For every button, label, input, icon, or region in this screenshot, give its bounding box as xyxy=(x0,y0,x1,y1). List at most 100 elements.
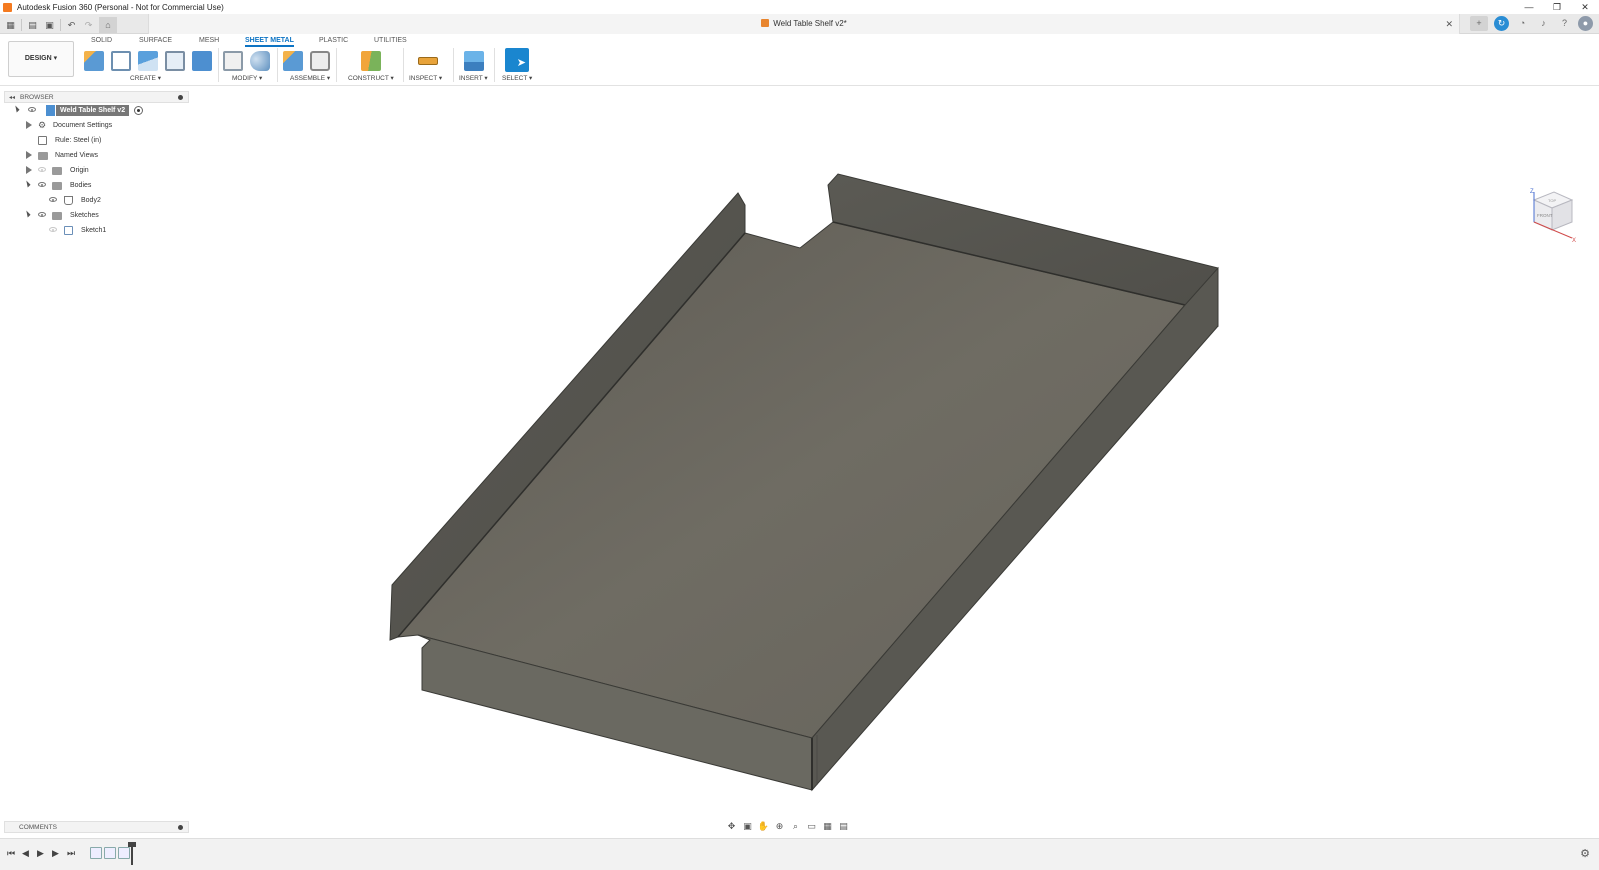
tree-item-rule[interactable]: Rule: Steel (in) xyxy=(4,133,189,148)
z-axis-label: Z xyxy=(1530,189,1534,195)
tab-utilities[interactable]: UTILITIES xyxy=(374,37,407,44)
visibility-eye-icon[interactable] xyxy=(38,182,46,187)
construct-group-label[interactable]: CONSTRUCT ▾ xyxy=(348,74,394,82)
tree-item-sketches[interactable]: Sketches xyxy=(4,208,189,223)
extensions-icon[interactable]: ◔ xyxy=(1515,16,1530,31)
add-comment-icon[interactable] xyxy=(178,825,183,830)
tree-item-label: Document Settings xyxy=(53,122,113,129)
viewports-icon[interactable]: ▤ xyxy=(837,820,850,833)
fillet-icon[interactable] xyxy=(250,51,270,71)
workspace-switcher-button[interactable]: DESIGN ▾ xyxy=(8,41,74,77)
look-at-icon[interactable]: ▣ xyxy=(741,820,754,833)
activate-component-icon[interactable] xyxy=(134,106,143,115)
tree-item-bodies[interactable]: Bodies xyxy=(4,178,189,193)
create-group-label[interactable]: CREATE ▾ xyxy=(130,74,161,82)
create-sketch-icon[interactable] xyxy=(111,51,131,71)
expand-triangle-icon[interactable] xyxy=(26,151,32,159)
canvas-viewport[interactable]: Z X TOP FRONT xyxy=(0,86,1599,821)
tab-mesh[interactable]: MESH xyxy=(199,37,219,44)
save-icon[interactable]: ▣ xyxy=(43,19,56,32)
new-component-icon[interactable] xyxy=(84,51,104,71)
display-settings-icon[interactable]: ▭ xyxy=(805,820,818,833)
play-icon[interactable]: ▶ xyxy=(37,848,44,859)
close-tab-button[interactable]: ✕ xyxy=(1445,14,1453,34)
expand-triangle-icon[interactable] xyxy=(26,121,32,129)
unfold-icon[interactable] xyxy=(165,51,185,71)
help-icon[interactable]: ? xyxy=(1557,16,1572,31)
joint-icon[interactable] xyxy=(310,51,330,71)
tab-sheet-metal[interactable]: SHEET METAL xyxy=(245,37,294,47)
timeline-settings-gear-icon[interactable]: ⚙ xyxy=(1580,847,1590,860)
offset-plane-icon[interactable] xyxy=(361,51,381,71)
pin-icon[interactable] xyxy=(178,95,183,100)
insert-image-icon[interactable] xyxy=(464,51,484,71)
separator xyxy=(218,48,219,82)
notifications-icon[interactable]: ♪ xyxy=(1536,16,1551,31)
visibility-eye-icon[interactable] xyxy=(49,197,57,202)
data-panel-icon[interactable]: ▦ xyxy=(4,19,17,32)
browser-root-node[interactable]: Weld Table Shelf v2 xyxy=(4,103,189,118)
select-cursor-icon[interactable]: ➤ xyxy=(505,48,529,72)
measure-icon[interactable] xyxy=(418,57,438,65)
undo-icon[interactable]: ↶ xyxy=(65,19,78,32)
close-window-button[interactable]: ✕ xyxy=(1571,0,1599,14)
sheet-metal-model[interactable] xyxy=(0,86,1599,821)
fusion-360-window: Autodesk Fusion 360 (Personal - Not for … xyxy=(0,0,1599,870)
tab-plastic[interactable]: PLASTIC xyxy=(319,37,348,44)
timeline-marker[interactable] xyxy=(128,842,136,865)
redo-icon[interactable]: ↷ xyxy=(82,19,95,32)
zoom-icon[interactable]: ⊕ xyxy=(773,820,786,833)
step-back-icon[interactable]: ◀ xyxy=(22,848,29,859)
tree-item-body2[interactable]: Body2 xyxy=(4,193,189,208)
comments-panel[interactable]: COMMENTS xyxy=(4,821,189,833)
tab-surface[interactable]: SURFACE xyxy=(139,37,172,44)
maximize-button[interactable]: ❐ xyxy=(1543,0,1571,14)
visibility-eye-icon[interactable] xyxy=(49,227,57,232)
refold-icon[interactable] xyxy=(192,51,212,71)
document-tab[interactable]: Weld Table Shelf v2* ✕ xyxy=(148,14,1460,34)
toolbar-ribbon: DESIGN ▾ SOLID SURFACE MESH SHEET METAL … xyxy=(0,35,1599,86)
timeline-sketch-feature[interactable] xyxy=(90,847,102,859)
user-avatar[interactable]: ● xyxy=(1578,16,1593,31)
separator xyxy=(494,48,495,82)
grid-settings-icon[interactable]: ▦ xyxy=(821,820,834,833)
inspect-group-label[interactable]: INSPECT ▾ xyxy=(409,74,442,82)
view-cube[interactable]: Z X TOP FRONT xyxy=(1528,186,1578,244)
visibility-eye-icon[interactable] xyxy=(38,212,46,217)
visibility-eye-icon[interactable] xyxy=(38,167,46,172)
timeline-flange-feature[interactable] xyxy=(104,847,116,859)
home-icon[interactable]: ⌂ xyxy=(99,17,117,33)
pan-icon[interactable]: ✋ xyxy=(757,820,770,833)
minimize-button[interactable]: — xyxy=(1515,0,1543,14)
assemble-group-label[interactable]: ASSEMBLE ▾ xyxy=(290,74,330,82)
separator xyxy=(453,48,454,82)
go-to-end-icon[interactable]: ⏭ xyxy=(67,848,75,859)
expand-triangle-icon[interactable] xyxy=(26,166,32,174)
tree-item-origin[interactable]: Origin xyxy=(4,163,189,178)
step-forward-icon[interactable]: ▶ xyxy=(52,848,59,859)
tree-item-sketch1[interactable]: Sketch1 xyxy=(4,223,189,238)
timeline-flange-feature[interactable] xyxy=(118,847,130,859)
orbit-icon[interactable]: ✥ xyxy=(725,820,738,833)
zoom-window-icon[interactable]: ⌕ xyxy=(789,820,802,833)
collapse-browser-icon[interactable]: ◂◂ xyxy=(9,95,15,101)
gear-icon: ⚙ xyxy=(38,120,47,130)
visibility-eye-icon[interactable] xyxy=(28,107,36,112)
tree-item-document-settings[interactable]: ⚙ Document Settings xyxy=(4,118,189,133)
tab-solid[interactable]: SOLID xyxy=(91,37,112,44)
new-tab-icon[interactable]: + xyxy=(1470,16,1488,31)
file-menu-icon[interactable]: ▤ xyxy=(26,19,39,32)
select-group-label[interactable]: SELECT ▾ xyxy=(502,74,532,82)
expand-triangle-icon[interactable] xyxy=(23,180,31,188)
browser-header[interactable]: ◂◂ BROWSER xyxy=(4,91,189,103)
flange-icon[interactable] xyxy=(138,51,158,71)
expand-triangle-icon[interactable] xyxy=(23,210,31,218)
go-to-start-icon[interactable]: ⏮ xyxy=(7,848,15,859)
job-status-icon[interactable]: ↻ xyxy=(1494,16,1509,31)
new-component-assemble-icon[interactable] xyxy=(283,51,303,71)
modify-group-label[interactable]: MODIFY ▾ xyxy=(232,74,262,82)
insert-group-label[interactable]: INSERT ▾ xyxy=(459,74,488,82)
tree-item-named-views[interactable]: Named Views xyxy=(4,148,189,163)
expand-triangle-icon[interactable] xyxy=(12,105,20,113)
press-pull-icon[interactable] xyxy=(223,51,243,71)
